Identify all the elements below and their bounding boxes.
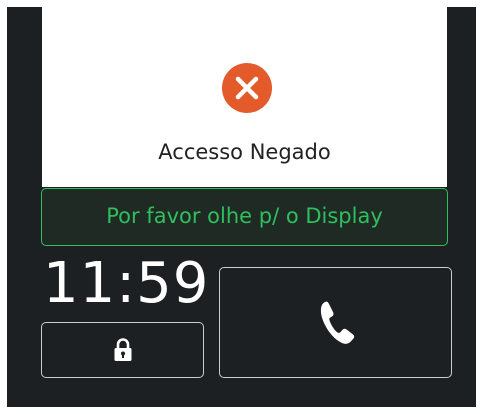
status-panel: Accesso Negado <box>42 7 447 187</box>
lock-icon <box>114 338 132 361</box>
instruction-banner: Por favor olhe p/ o Display <box>41 188 448 246</box>
unlock-button[interactable] <box>41 322 204 378</box>
call-button[interactable] <box>219 267 452 378</box>
phone-icon <box>320 301 355 344</box>
clock-time: 11:59 <box>43 251 210 316</box>
status-message: Accesso Negado <box>158 140 331 164</box>
error-x-icon <box>222 63 272 113</box>
access-control-screen: Accesso Negado Por favor olhe p/ o Displ… <box>7 7 476 407</box>
